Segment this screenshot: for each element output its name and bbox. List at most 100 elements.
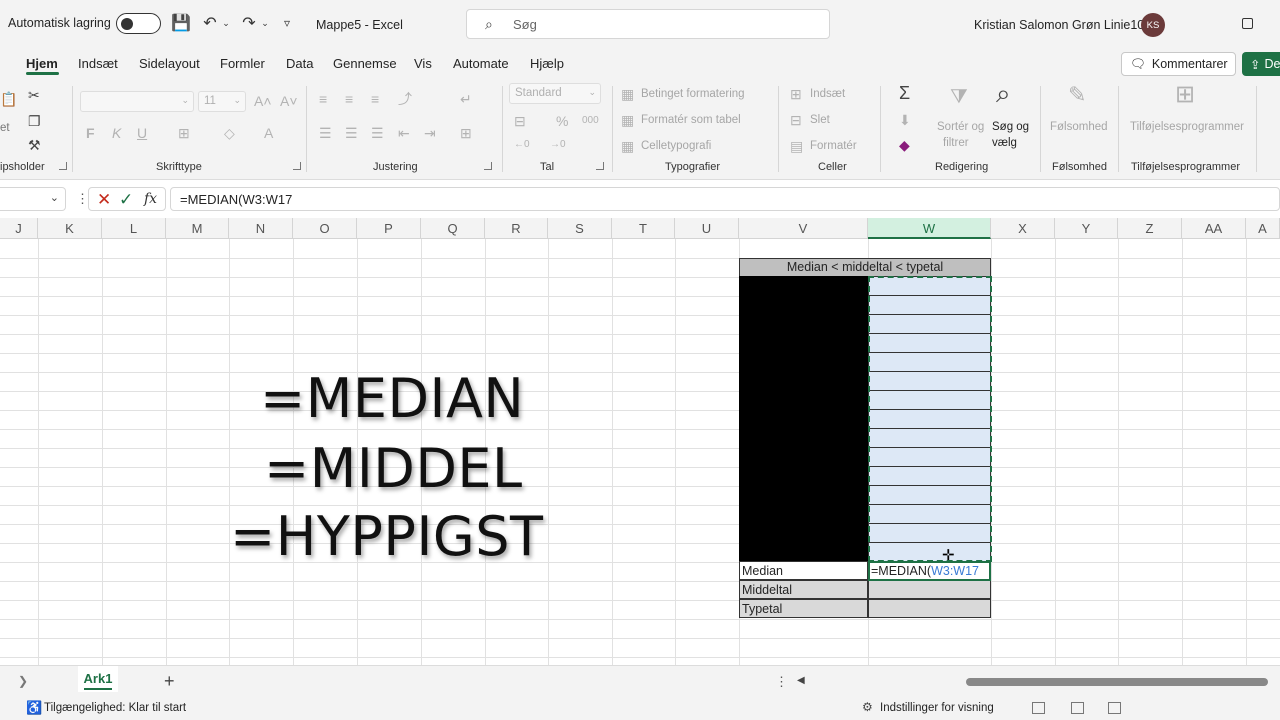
comments-button[interactable]: 🗨 Kommentarer	[1121, 52, 1236, 76]
italic-button[interactable]: K	[112, 124, 121, 142]
column-header[interactable]: O	[293, 218, 357, 239]
normal-view-icon[interactable]	[1032, 702, 1045, 714]
display-settings-icon[interactable]: ⚙	[862, 700, 873, 714]
fill-color-icon[interactable]: ◇	[224, 124, 235, 142]
tab-data[interactable]: Data	[286, 56, 313, 71]
align-right-icon[interactable]: ☰	[371, 124, 384, 142]
decrease-indent-icon[interactable]: ⇤	[398, 124, 410, 142]
tab-help[interactable]: Hjælp	[530, 56, 564, 71]
format-painter-icon[interactable]: ⚒	[28, 136, 41, 154]
column-header-selected[interactable]: W	[868, 218, 991, 239]
table-title-cell[interactable]: Median < middeltal < typetal	[739, 258, 991, 277]
merge-center-icon[interactable]: ⊞	[460, 124, 472, 142]
save-icon[interactable]: 💾	[171, 12, 191, 34]
user-name[interactable]: Kristian Salomon Grøn Linie10	[974, 17, 1144, 33]
accessibility-status[interactable]: Tilgængelighed: Klar til start	[44, 702, 186, 714]
increase-font-icon[interactable]: A˄	[254, 92, 272, 110]
alignment-launcher-icon[interactable]	[484, 162, 492, 170]
align-top-icon[interactable]: ≡	[319, 90, 327, 108]
font-name-select[interactable]: ⌄	[80, 91, 194, 112]
column-header[interactable]: X	[991, 218, 1055, 239]
chevron-right-icon[interactable]: ❯	[18, 674, 28, 688]
autosave-toggle[interactable]	[116, 13, 161, 34]
borders-icon[interactable]: ⊞	[178, 124, 190, 142]
tab-home[interactable]: Hjem	[26, 56, 58, 71]
search-input[interactable]: ⌕ Søg	[466, 9, 830, 39]
horizontal-scrollbar[interactable]	[966, 678, 1268, 686]
add-ins-icon[interactable]: ⊞	[1175, 83, 1195, 107]
accounting-format-icon[interactable]: ⊟	[514, 112, 526, 130]
chevron-down-icon[interactable]: ⌄	[221, 12, 231, 34]
check-icon[interactable]: ✓	[119, 190, 133, 210]
align-bottom-icon[interactable]: ≡	[371, 90, 379, 108]
underline-button[interactable]: U	[137, 124, 147, 142]
format-cells-button[interactable]: Formatér	[810, 140, 857, 152]
increase-indent-icon[interactable]: ⇥	[424, 124, 436, 142]
column-header[interactable]: N	[229, 218, 293, 239]
cell-styles-button[interactable]: Celletypografi	[641, 140, 711, 152]
column-header[interactable]: U	[675, 218, 739, 239]
label-middeltal[interactable]: Middeltal	[739, 580, 868, 599]
customize-toolbar-icon[interactable]: ▿	[280, 12, 294, 34]
cut-icon[interactable]: ✂	[28, 86, 40, 104]
clear-icon[interactable]: ◆	[899, 136, 910, 154]
font-launcher-icon[interactable]	[293, 162, 301, 170]
column-header[interactable]: M	[166, 218, 229, 239]
cancel-icon[interactable]: ✕	[97, 190, 111, 210]
fill-icon[interactable]: ⬇	[899, 111, 911, 129]
column-header[interactable]: S	[548, 218, 612, 239]
tab-insert[interactable]: Indsæt	[78, 56, 118, 71]
decrease-font-icon[interactable]: A˅	[280, 92, 298, 110]
find-select-label-2[interactable]: vælg	[992, 137, 1017, 149]
undo-icon[interactable]: ↶	[200, 12, 220, 34]
align-left-icon[interactable]: ☰	[319, 124, 332, 142]
share-button[interactable]: ⇪ De	[1242, 52, 1280, 76]
sort-filter-label-2[interactable]: filtrer	[943, 137, 969, 149]
align-center-icon[interactable]: ☰	[345, 124, 358, 142]
paste-icon[interactable]: 📋	[0, 90, 17, 108]
label-median[interactable]: Median	[739, 561, 868, 580]
sensitivity-icon[interactable]: ✎	[1068, 84, 1086, 106]
column-header[interactable]: P	[357, 218, 421, 239]
avatar[interactable]: KS	[1141, 13, 1165, 37]
percent-icon[interactable]: %	[556, 112, 568, 130]
restore-window-icon[interactable]	[1242, 18, 1253, 29]
number-launcher-icon[interactable]	[596, 162, 604, 170]
column-header[interactable]: Z	[1118, 218, 1182, 239]
autosum-icon[interactable]: Σ	[899, 84, 910, 102]
column-header[interactable]: T	[612, 218, 675, 239]
column-header[interactable]: A	[1246, 218, 1280, 239]
display-settings-button[interactable]: Indstillinger for visning	[880, 702, 994, 714]
redo-icon[interactable]: ↷	[239, 12, 259, 34]
sensitivity-button[interactable]: Følsomhed	[1050, 121, 1108, 133]
align-middle-icon[interactable]: ≡	[345, 90, 353, 108]
more-options-icon[interactable]: ⋮	[775, 674, 788, 690]
column-header[interactable]: J	[0, 218, 38, 239]
column-header[interactable]: Y	[1055, 218, 1118, 239]
wrap-text-icon[interactable]: ↵	[460, 90, 472, 108]
insert-cells-button[interactable]: Indsæt	[810, 88, 845, 100]
column-header[interactable]: V	[739, 218, 868, 239]
page-layout-view-icon[interactable]	[1071, 702, 1084, 714]
delete-cells-button[interactable]: Slet	[810, 114, 830, 126]
column-header[interactable]: R	[485, 218, 548, 239]
accessibility-icon[interactable]: ♿	[26, 700, 42, 716]
copy-icon[interactable]: ❐	[28, 112, 41, 130]
find-select-label-1[interactable]: Søg og	[992, 121, 1029, 133]
sheet-tab-active[interactable]: Ark1	[78, 666, 118, 692]
decrease-decimal-icon[interactable]: →0	[550, 136, 566, 154]
bold-button[interactable]: F	[86, 124, 95, 142]
tab-page-layout[interactable]: Sidelayout	[139, 56, 200, 71]
tab-formulas[interactable]: Formler	[220, 56, 265, 71]
clipboard-launcher-icon[interactable]	[59, 162, 67, 170]
comma-style-icon[interactable]: 000	[582, 112, 599, 130]
add-ins-button[interactable]: Tilføjelsesprogrammer	[1130, 121, 1244, 133]
tab-view[interactable]: Vis	[414, 56, 432, 71]
column-header[interactable]: K	[38, 218, 102, 239]
tab-automate[interactable]: Automate	[453, 56, 509, 71]
font-size-select[interactable]: 11 ⌄	[198, 91, 246, 112]
active-cell-editor[interactable]: =MEDIAN(W3:W17	[868, 561, 991, 581]
format-as-table-button[interactable]: Formatér som tabel	[641, 114, 741, 126]
column-header[interactable]: L	[102, 218, 166, 239]
font-color-icon[interactable]: A	[264, 124, 273, 142]
